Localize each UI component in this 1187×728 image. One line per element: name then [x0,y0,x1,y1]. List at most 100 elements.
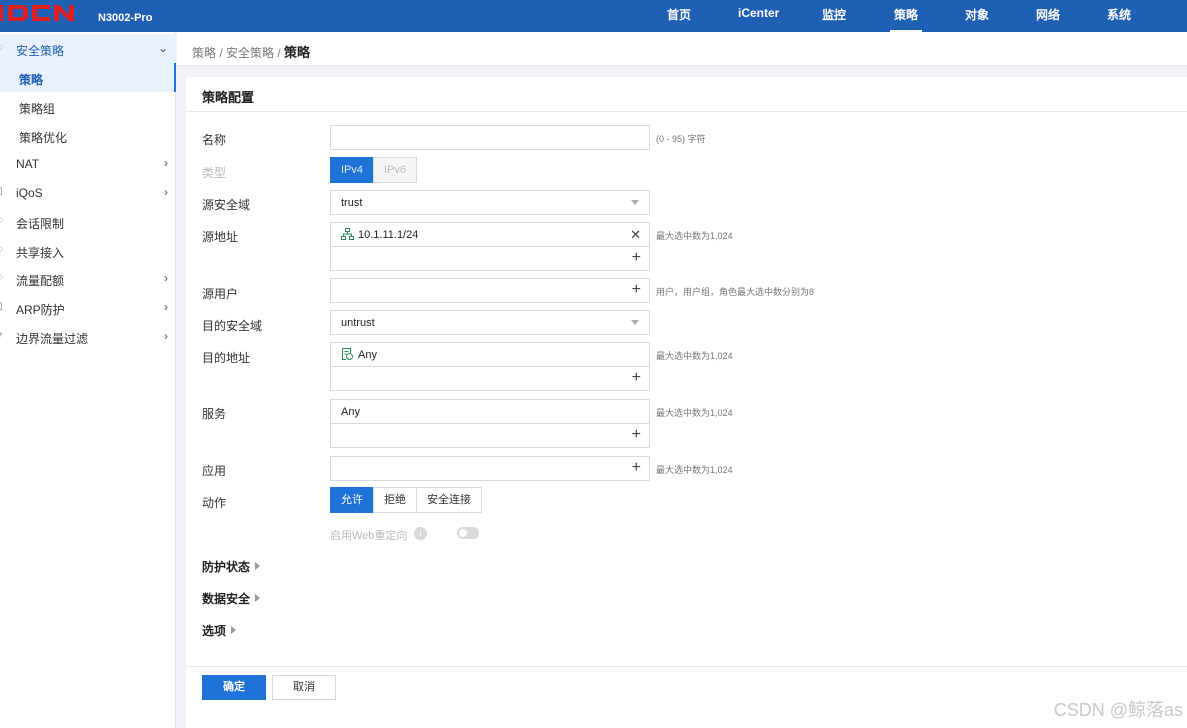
policy-config-panel: 策略配置 名称 (0 - 95) 字符 类型 IPv4 IPv6 源安全域 tr… [186,77,1187,728]
dropdown-caret-icon [631,320,639,325]
dst-zone-select[interactable]: untrust [330,310,650,335]
expand-triangle-icon [255,594,261,602]
name-hint: (0 - 95) 字符 [656,134,706,144]
service-hint: 最大选中数为1,024 [656,408,733,418]
type-selector: IPv4 IPv6 [330,157,418,183]
app-add[interactable]: + [330,456,650,481]
src-addr-hint: 最大选中数为1,024 [656,231,733,241]
network-icon [341,228,354,240]
action-selector: 允许 拒绝 安全连接 [330,487,482,513]
sidebar-group-arp[interactable]: ▯ ARP防护 › [0,293,176,322]
sidebar-group-label: NAT [16,157,40,171]
sidebar-group-label: 边界流量过滤 [16,332,89,346]
dst-addr-item: Any [330,342,650,367]
sidebar-item-policy-optimize[interactable]: 策略优化 [0,121,176,150]
nav-object[interactable]: 对象 [965,6,989,23]
page-title: 策略配置 [202,90,255,105]
dst-zone-value: untrust [341,317,375,329]
sidebar-group-label: iQoS [16,186,43,200]
src-addr-label: 源地址 [202,230,239,244]
type-ipv4-option[interactable]: IPv4 [330,157,375,183]
section-data-security[interactable]: 数据安全 [202,590,261,607]
breadcrumb-bar: 策略 / 安全策略 / 策略 [177,32,1187,66]
close-icon[interactable]: ✕ [630,227,641,243]
app-hint: 最大选中数为1,024 [656,465,733,475]
src-addr-item: 10.1.11.1/24 ✕ [330,222,650,247]
src-addr-add[interactable]: + [330,246,650,271]
add-icon[interactable]: + [632,250,641,266]
dst-addr-hint: 最大选中数为1,024 [656,351,733,361]
breadcrumb-path[interactable]: 策略 / 安全策略 / [192,46,284,60]
chevron-right-icon: › [164,185,168,199]
action-allow-option[interactable]: 允许 [330,487,374,513]
sidebar-group-session-limit[interactable]: ◌ 会话限制 [0,207,176,236]
sidebar-item-policy[interactable]: 策略 [0,63,176,92]
src-zone-label: 源安全域 [202,198,251,212]
type-label: 类型 [202,166,227,180]
nav-icenter[interactable]: iCenter [738,6,779,20]
src-user-add[interactable]: + [330,278,650,303]
section-label: 数据安全 [202,592,251,606]
cancel-button[interactable]: 取消 [272,675,336,700]
action-label: 动作 [202,496,227,510]
action-deny-option[interactable]: 拒绝 [373,487,417,513]
address-object-icon [342,348,353,360]
src-user-hint: 用户，用户组，角色最大选中数分别为8 [656,287,815,297]
brand-logo [0,2,80,24]
src-user-label: 源用户 [202,287,239,301]
nav-network[interactable]: 网络 [1036,6,1060,23]
sidebar-item-label: 策略优化 [19,131,68,145]
sidebar-group-shared-access[interactable]: ◌ 共享接入 [0,236,176,265]
add-icon[interactable]: + [632,282,641,298]
nav-system[interactable]: 系统 [1107,6,1131,23]
dst-addr-value: Any [358,349,377,361]
sidebar-group-traffic-quota[interactable]: ◌ 流量配额 › [0,264,176,293]
sidebar-group-label: 安全策略 [16,44,65,58]
dst-addr-add[interactable]: + [330,366,650,391]
ok-button[interactable]: 确定 [202,675,266,700]
section-protection-status[interactable]: 防护状态 [202,558,261,575]
section-label: 防护状态 [202,560,251,574]
service-add[interactable]: + [330,423,650,448]
info-icon: i [414,527,427,540]
add-icon[interactable]: + [632,460,641,476]
name-input[interactable] [330,125,650,150]
sidebar: ◌ 安全策略 ⌄ 策略 策略组 策略优化 · NAT › ▯ iQoS › ◌ … [0,32,176,728]
expand-triangle-icon [231,626,237,634]
nav-home[interactable]: 首页 [667,6,691,23]
shield-icon: ◌ [0,42,7,54]
arp-icon: ▯ [0,301,7,313]
session-icon: ◌ [0,215,7,227]
breadcrumb: 策略 / 安全策略 / 策略 [192,42,310,61]
type-ipv6-option[interactable]: IPv6 [373,157,418,183]
sidebar-item-policy-group[interactable]: 策略组 [0,92,176,121]
section-label: 选项 [202,624,227,638]
nav-monitor[interactable]: 监控 [822,6,846,23]
sidebar-item-label: 策略组 [19,102,56,116]
section-options[interactable]: 选项 [202,622,237,639]
dst-addr-label: 目的地址 [202,351,251,365]
divider [186,111,1187,112]
sidebar-group-label: 会话限制 [16,217,65,231]
chevron-right-icon: › [164,300,168,314]
web-redirect-toggle[interactable] [457,527,479,539]
name-label: 名称 [202,133,227,147]
service-label: 服务 [202,407,227,421]
action-secure-connect-option[interactable]: 安全连接 [416,487,482,513]
dst-zone-label: 目的安全域 [202,319,263,333]
src-zone-value: trust [341,197,363,209]
sidebar-group-security-policy[interactable]: ◌ 安全策略 ⌄ [0,34,176,63]
add-icon[interactable]: + [632,427,641,443]
chevron-right-icon: › [164,329,168,343]
chevron-down-icon: ⌄ [157,41,168,55]
add-icon[interactable]: + [632,370,641,386]
nav-policy[interactable]: 策略 [889,6,923,32]
watermark: CSDN @鲸落as [1053,700,1183,720]
src-zone-select[interactable]: trust [330,190,650,215]
sidebar-group-edge-filter[interactable]: ▿ 边界流量过滤 › [0,322,176,351]
sidebar-group-nat[interactable]: · NAT › [0,149,176,178]
breadcrumb-current: 策略 [284,45,311,60]
filter-icon: ▿ [0,330,7,342]
service-value: Any [341,406,360,418]
sidebar-group-iqos[interactable]: ▯ iQoS › [0,178,176,207]
